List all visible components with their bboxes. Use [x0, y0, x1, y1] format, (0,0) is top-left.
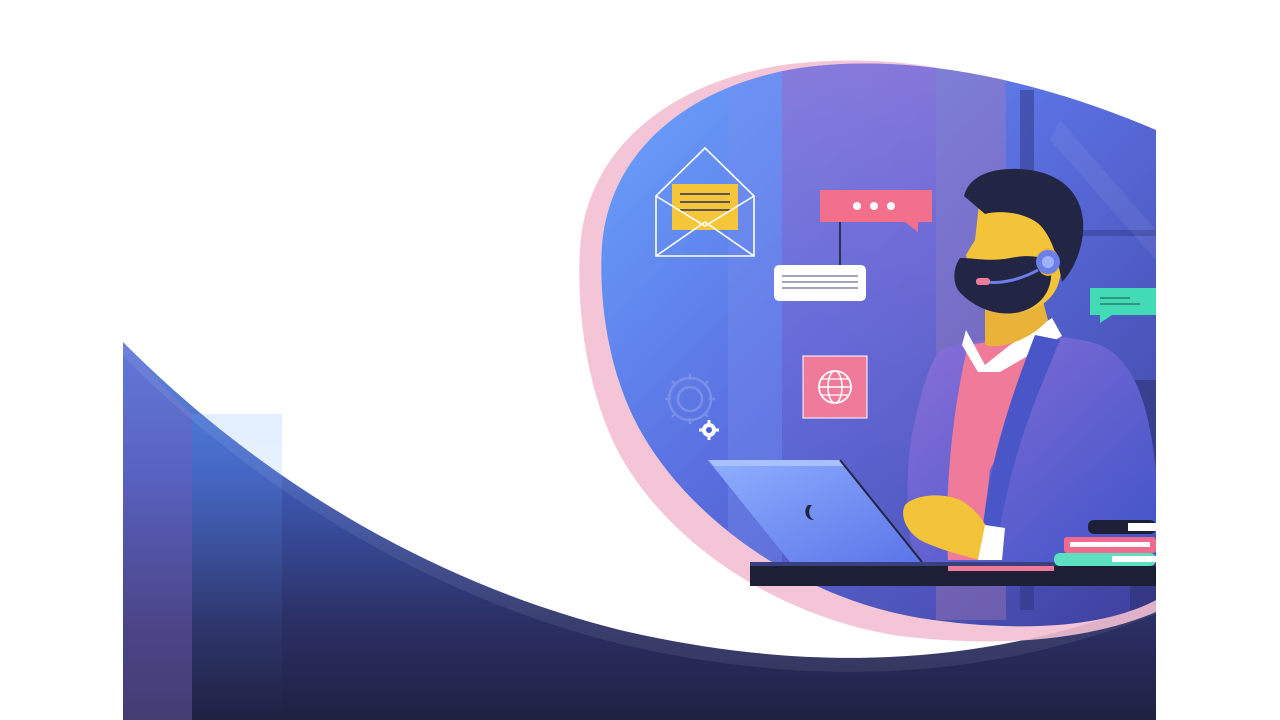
hero-illustration [0, 0, 1280, 720]
illustration-canvas [123, 60, 1156, 720]
message-card-icon [774, 265, 866, 301]
globe-icon [802, 355, 868, 419]
